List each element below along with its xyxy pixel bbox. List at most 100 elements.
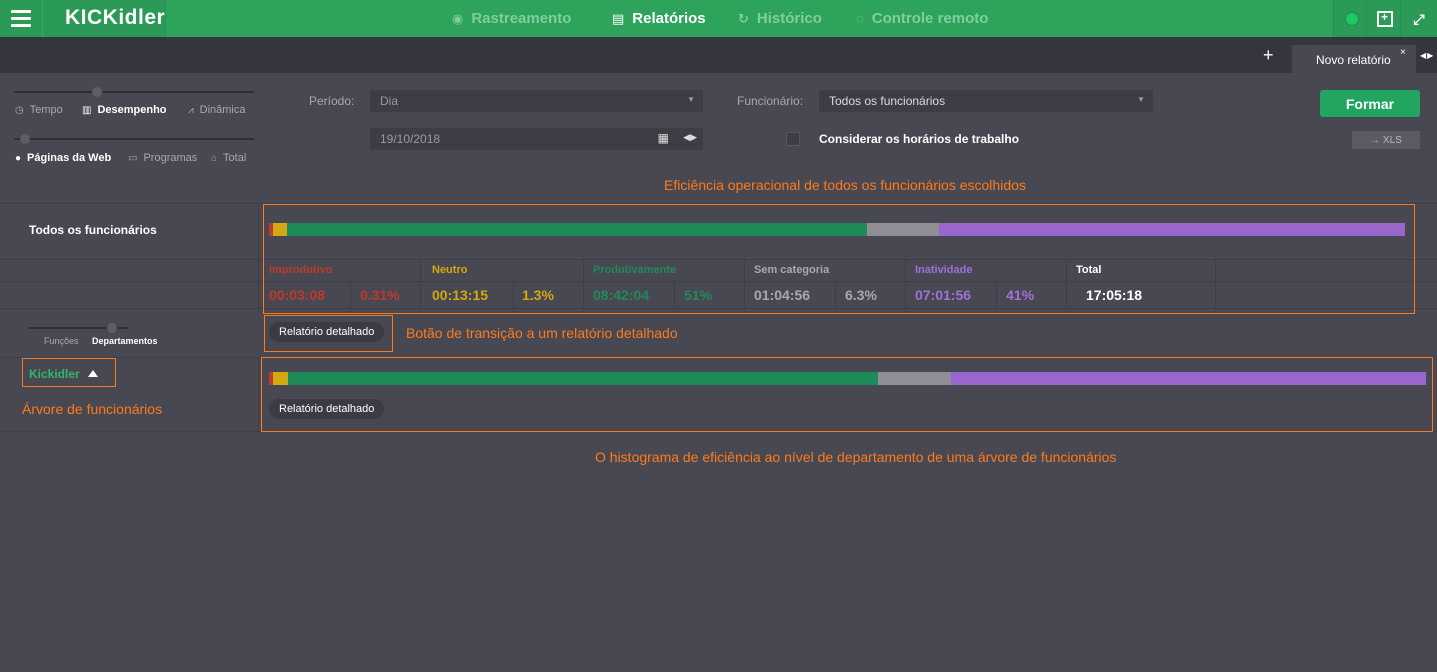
- group-option-funcoes[interactable]: Funções: [44, 336, 79, 346]
- bar-segment-2[interactable]: [287, 372, 879, 385]
- divider: [1215, 259, 1216, 309]
- annotation-histogram: O histograma de eficiência ao nível de d…: [595, 449, 1117, 465]
- bar-segment-2[interactable]: [287, 223, 868, 236]
- department-efficiency-bar[interactable]: [269, 372, 1426, 385]
- divider: [835, 281, 836, 309]
- summary-title: Todos os funcionários: [29, 223, 157, 237]
- annotation-efficiency: Eficiência operacional de todos os funci…: [664, 177, 1026, 193]
- bar-segment-3[interactable]: [878, 372, 952, 385]
- globe-icon: ●: [15, 153, 22, 164]
- employee-select[interactable]: Todos os funcionários ▼: [819, 90, 1153, 112]
- stat-pct-inatividade: 41%: [1006, 287, 1035, 303]
- summary-efficiency-bar[interactable]: [269, 223, 1405, 236]
- mode-option-desempenho[interactable]: ▥ Desempenho: [82, 104, 167, 116]
- history-icon: ↻: [738, 10, 749, 26]
- close-tab-icon[interactable]: ×: [1400, 47, 1406, 58]
- department-detailed-report-button[interactable]: Relatório detalhado: [269, 399, 385, 419]
- stat-time-produtivo: 08:42:04: [593, 287, 650, 303]
- eye-icon: ◉: [452, 10, 464, 26]
- chevron-down-icon: ▼: [1137, 95, 1145, 104]
- nav-controle-remoto[interactable]: ◌ Controle remoto: [856, 0, 988, 37]
- annotation-detail-button: Botão de transição a um relatório detalh…: [406, 325, 678, 341]
- date-field[interactable]: 19/10/2018 ▦ ◀▶: [370, 128, 703, 150]
- new-report-button[interactable]: [1366, 0, 1403, 37]
- stat-label-total: Total: [1076, 264, 1102, 276]
- mode-option-tempo[interactable]: ◷ Tempo: [15, 104, 63, 116]
- bar-segment-1[interactable]: [272, 372, 288, 385]
- stat-label-sem-categoria: Sem categoria: [754, 264, 830, 276]
- divider: [905, 259, 906, 309]
- divider: [996, 281, 997, 309]
- divider: [583, 259, 584, 309]
- bar-segment-4[interactable]: [951, 372, 1426, 385]
- remote-icon: ◌: [856, 11, 864, 26]
- stat-time-neutro: 00:13:15: [432, 287, 489, 303]
- line-chart-icon: ⩘: [188, 105, 194, 116]
- clock-icon: ◷: [15, 105, 24, 116]
- bar-segment-3[interactable]: [867, 223, 939, 236]
- tab-novo-relatorio[interactable]: Novo relatório: [1292, 45, 1416, 73]
- mode-slider-knob[interactable]: [92, 87, 102, 97]
- work-hours-label: Considerar os horários de trabalho: [819, 132, 1020, 146]
- hamburger-menu-icon[interactable]: [0, 0, 42, 37]
- stat-time-total: 17:05:18: [1086, 287, 1143, 303]
- stat-time-sem-categoria: 01:04:56: [754, 287, 811, 303]
- nav-relatorios[interactable]: ▤ Relatórios: [612, 0, 706, 37]
- divider: [258, 357, 259, 432]
- fullscreen-button[interactable]: ⤢: [1400, 0, 1437, 37]
- nav-historico[interactable]: ↻ Histórico: [738, 0, 822, 37]
- add-tab-icon[interactable]: +: [1263, 45, 1274, 66]
- document-icon: ▤: [612, 10, 625, 26]
- source-slider-knob[interactable]: [20, 134, 30, 144]
- fullscreen-icon: ⤢: [1413, 10, 1425, 27]
- divider: [674, 281, 675, 309]
- divider: [744, 259, 745, 309]
- group-slider[interactable]: [29, 323, 129, 333]
- period-select[interactable]: Dia ▼: [370, 90, 703, 112]
- mode-option-dinamica[interactable]: ⩘ Dinâmica: [188, 104, 246, 116]
- annotation-box-histogram: [261, 357, 1433, 432]
- group-option-departamentos[interactable]: Departamentos: [92, 336, 158, 346]
- window-icon: ▭: [128, 153, 138, 164]
- calendar-icon[interactable]: ▦: [658, 131, 669, 145]
- app-logo: KICKidler: [42, 0, 166, 37]
- stat-pct-produtivo: 51%: [684, 287, 713, 303]
- export-xls-button[interactable]: → XLS: [1352, 131, 1420, 149]
- stat-pct-neutro: 1.3%: [522, 287, 554, 303]
- tabs-row: + Novo relatório × ◀▶: [0, 37, 1437, 73]
- chevron-down-icon: ▼: [687, 95, 695, 104]
- stat-label-produtivo: Produtivamente: [593, 264, 677, 276]
- bar-chart-icon: ▥: [82, 105, 92, 116]
- employee-label: Funcionário:: [737, 94, 804, 108]
- mode-slider[interactable]: [14, 87, 254, 97]
- group-slider-knob[interactable]: [107, 323, 117, 333]
- top-bar: KICKidler ◉ Rastreamento ▤ Relatórios ↻ …: [0, 0, 1437, 37]
- divider: [1066, 259, 1067, 309]
- nav-rastreamento[interactable]: ◉ Rastreamento: [452, 0, 571, 37]
- tray-icon: ⌂: [211, 153, 218, 164]
- bar-segment-1[interactable]: [272, 223, 288, 236]
- divider: [513, 281, 514, 309]
- divider: [258, 203, 259, 309]
- tab-scroll-arrows-icon[interactable]: ◀▶: [1420, 51, 1434, 60]
- stat-time-improdutivo: 00:03:08: [269, 287, 326, 303]
- work-hours-checkbox[interactable]: [786, 132, 800, 146]
- formar-button[interactable]: Formar: [1320, 90, 1420, 117]
- period-label: Período:: [309, 94, 355, 108]
- bar-segment-4[interactable]: [938, 223, 1405, 236]
- date-prev-next-icon[interactable]: ◀▶: [683, 132, 697, 143]
- collapse-triangle-icon[interactable]: [87, 370, 98, 377]
- source-option-total[interactable]: ⌂ Total: [211, 152, 246, 164]
- source-option-web[interactable]: ● Páginas da Web: [15, 152, 111, 164]
- stat-label-neutro: Neutro: [432, 264, 468, 276]
- stat-time-inatividade: 07:01:56: [915, 287, 972, 303]
- connection-status[interactable]: [1333, 0, 1370, 37]
- add-square-icon: [1377, 10, 1393, 27]
- status-dot-icon: [1345, 11, 1359, 26]
- source-slider[interactable]: [14, 134, 254, 144]
- stat-pct-improdutivo: 0.31%: [360, 287, 400, 303]
- source-option-programas[interactable]: ▭ Programas: [128, 152, 197, 164]
- tree-node-kickidler[interactable]: Kickidler: [29, 367, 98, 381]
- detailed-report-button[interactable]: Relatório detalhado: [269, 322, 385, 342]
- stat-label-improdutivo: Improdutivo: [269, 264, 333, 276]
